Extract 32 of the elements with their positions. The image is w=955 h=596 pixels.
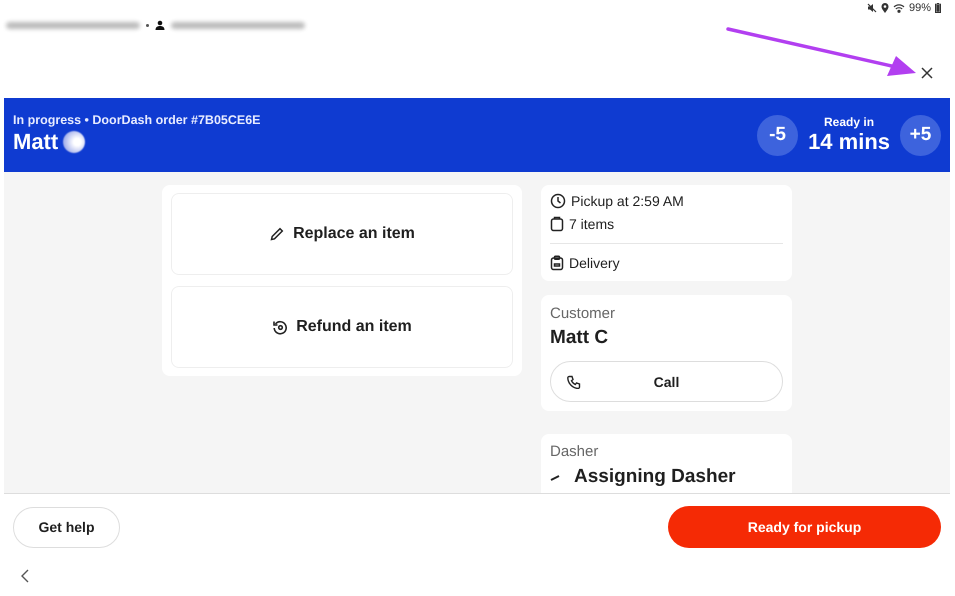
clock-icon [550,193,566,209]
refund-item-button[interactable]: Refund an item [171,286,513,368]
wifi-icon [892,3,905,13]
refund-icon [272,319,288,335]
avatar-circle [63,131,86,153]
increase-time-button[interactable]: +5 [900,114,941,156]
dot-icon [146,24,149,26]
ready-time: 14 mins [808,129,890,155]
ready-for-pickup-button[interactable]: Ready for pickup [668,506,941,548]
get-help-button[interactable]: Get help [13,506,120,548]
person-icon [155,20,165,30]
order-status: In progress • DoorDash order #7B05CE6E [13,113,261,127]
customer-name: Matt [13,129,58,155]
clipboard-icon [550,255,564,271]
pencil-icon [269,226,286,242]
customer-full-name: Matt C [550,327,610,349]
mute-icon [866,3,877,13]
order-detail: Pickup at 2:59 AM [571,193,684,209]
order-detail: 7 items [569,216,614,232]
section-heading: Dasher [550,443,598,460]
decrease-time-button[interactable]: -5 [757,114,798,156]
location-icon [880,3,889,13]
order-detail: Delivery [569,255,620,271]
battery-icon [935,3,941,13]
phone-icon [567,374,581,388]
ready-label: Ready in [824,115,874,129]
bag-icon [550,216,564,232]
dasher-status: Assigning Dasher [574,466,736,488]
battery-level: 99% [908,2,931,14]
call-button[interactable]: Call [550,361,783,402]
section-heading: Customer [550,305,616,322]
replace-item-button[interactable]: Replace an item [171,193,513,275]
